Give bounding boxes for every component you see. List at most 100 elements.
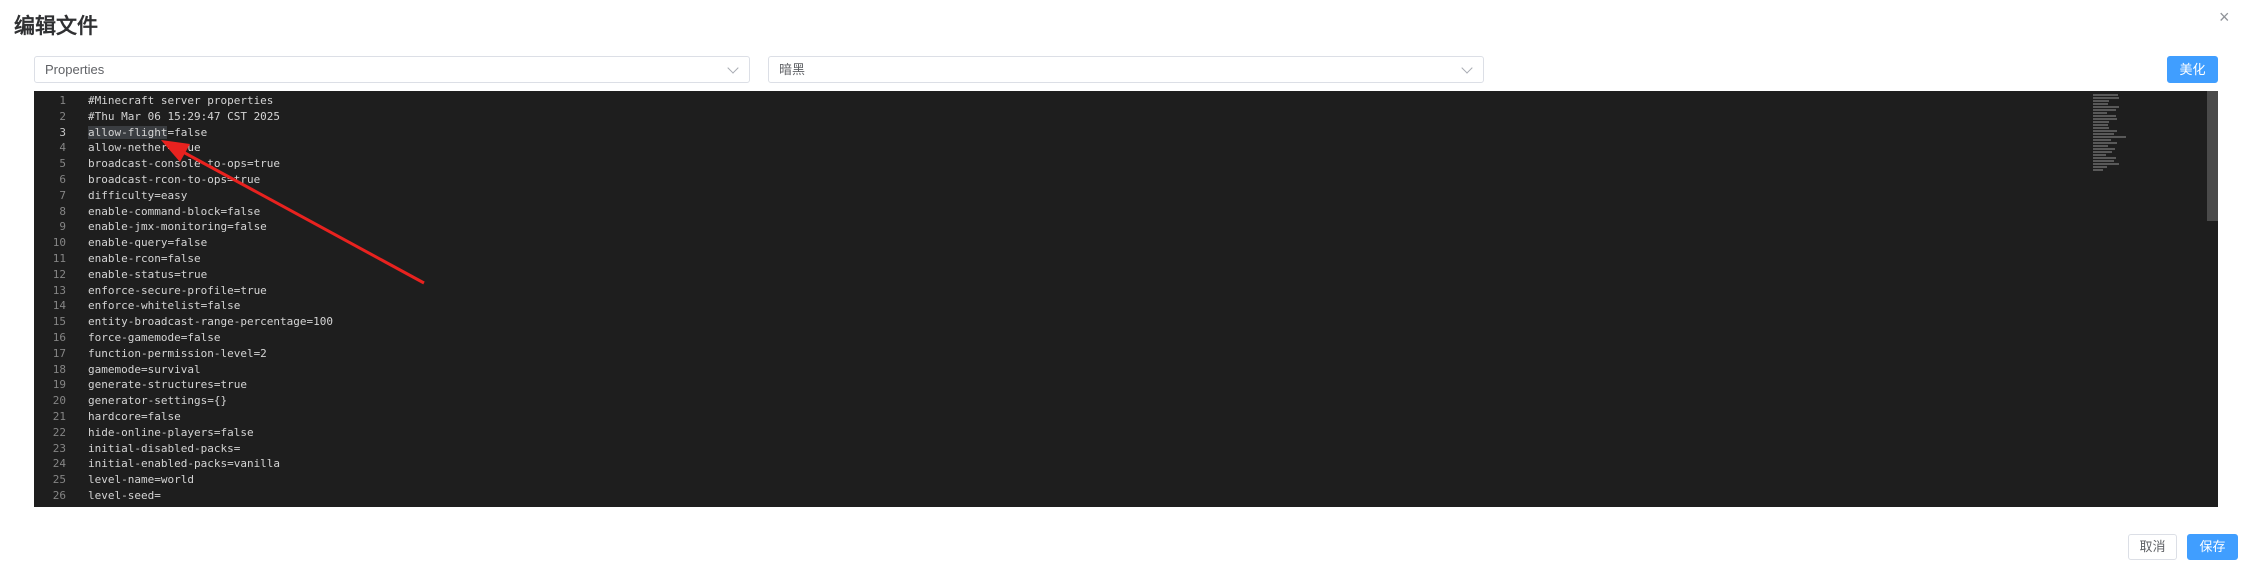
- editor-scrollbar[interactable]: [2207, 91, 2218, 221]
- line-text: generator-settings={}: [88, 394, 228, 408]
- code-line[interactable]: 22 hide-online-players=false: [34, 425, 2218, 441]
- line-number: 22: [52, 425, 66, 439]
- minimap-line: [2093, 154, 2106, 156]
- dialog-title: 编辑文件: [14, 15, 98, 38]
- minimap-line: [2093, 127, 2110, 129]
- cancel-button[interactable]: 取消: [2128, 534, 2177, 560]
- line-text: enable-query=false: [88, 236, 208, 250]
- code-line[interactable]: 24 initial-enabled-packs=vanilla: [34, 456, 2218, 472]
- chevron-down-icon: [1461, 62, 1473, 74]
- code-line[interactable]: 3 allow-flight=false: [34, 125, 2218, 141]
- code-line[interactable]: 7 difficulty=easy: [34, 188, 2218, 204]
- minimap-line: [2093, 166, 2108, 168]
- line-text: broadcast-rcon-to-ops=true: [88, 172, 261, 186]
- editor-minimap[interactable]: [2093, 94, 2137, 294]
- line-number: 23: [52, 441, 66, 455]
- line-text: enforce-whitelist=false: [88, 299, 241, 313]
- minimap-line: [2093, 130, 2118, 132]
- beautify-button[interactable]: 美化: [2167, 56, 2218, 83]
- line-text: level-name=world: [88, 473, 194, 487]
- line-number: 20: [52, 394, 66, 408]
- minimap-line: [2093, 151, 2112, 153]
- minimap-line: [2093, 157, 2116, 159]
- line-text: allow-nether=true: [88, 141, 201, 155]
- close-icon[interactable]: ×: [2219, 8, 2230, 26]
- minimap-line: [2093, 109, 2117, 111]
- line-text: enable-command-block=false: [88, 204, 261, 218]
- code-line[interactable]: 8 enable-command-block=false: [34, 204, 2218, 220]
- code-line[interactable]: 25 level-name=world: [34, 472, 2218, 488]
- code-line[interactable]: 12 enable-status=true: [34, 267, 2218, 283]
- line-number: 4: [59, 141, 66, 155]
- code-lines: 1 #Minecraft server properties 2 #Thu Mar 0…: [34, 91, 2218, 504]
- line-text: enable-rcon=false: [88, 251, 201, 265]
- line-number: 7: [59, 188, 66, 202]
- theme-select-value: 暗黑: [779, 62, 806, 77]
- code-line[interactable]: 20 generator-settings={}: [34, 393, 2218, 409]
- chevron-down-icon: [727, 62, 739, 74]
- line-number: 11: [52, 251, 66, 265]
- minimap-line: [2093, 112, 2107, 114]
- code-line[interactable]: 6 broadcast-rcon-to-ops=true: [34, 172, 2218, 188]
- line-number: 24: [52, 457, 66, 471]
- minimap-line: [2093, 121, 2110, 123]
- code-line[interactable]: 21 hardcore=false: [34, 409, 2218, 425]
- line-number: 2: [59, 109, 66, 123]
- minimap-line: [2093, 139, 2111, 141]
- code-line[interactable]: 16 force-gamemode=false: [34, 330, 2218, 346]
- code-line[interactable]: 4 allow-nether=true: [34, 140, 2218, 156]
- line-number: 26: [52, 488, 66, 502]
- line-text: generate-structures=true: [88, 378, 247, 392]
- code-line[interactable]: 1 #Minecraft server properties: [34, 93, 2218, 109]
- code-line[interactable]: 9 enable-jmx-monitoring=false: [34, 219, 2218, 235]
- line-text: hide-online-players=false: [88, 425, 254, 439]
- line-number: 18: [52, 362, 66, 376]
- line-number: 19: [52, 378, 66, 392]
- line-text: initial-enabled-packs=vanilla: [88, 457, 281, 471]
- language-select[interactable]: Properties: [34, 56, 750, 83]
- line-number: 8: [59, 204, 66, 218]
- code-editor[interactable]: 1 #Minecraft server properties 2 #Thu Mar 0…: [34, 91, 2218, 507]
- minimap-line: [2093, 118, 2118, 120]
- code-line[interactable]: 2 #Thu Mar 06 15:29:47 CST 2025: [34, 109, 2218, 125]
- code-line[interactable]: 17 function-permission-level=2: [34, 346, 2218, 362]
- line-number: 13: [52, 283, 66, 297]
- code-line[interactable]: 10 enable-query=false: [34, 235, 2218, 251]
- minimap-line: [2093, 94, 2119, 96]
- code-line[interactable]: 18 gamemode=survival: [34, 362, 2218, 378]
- line-number: 12: [52, 267, 66, 281]
- line-text: #Thu Mar 06 15:29:47 CST 2025: [88, 109, 281, 123]
- line-text: function-permission-level=2: [88, 346, 267, 360]
- code-line[interactable]: 15 entity-broadcast-range-percentage=100: [34, 314, 2218, 330]
- code-line[interactable]: 13 enforce-secure-profile=true: [34, 283, 2218, 299]
- line-text: force-gamemode=false: [88, 330, 221, 344]
- line-text: #Minecraft server properties: [88, 94, 274, 107]
- line-number: 6: [59, 172, 66, 186]
- line-number: 21: [52, 409, 66, 423]
- save-button[interactable]: 保存: [2187, 534, 2238, 560]
- line-text: enforce-secure-profile=true: [88, 283, 267, 297]
- line-text: difficulty=easy: [88, 188, 188, 202]
- line-number: 1: [59, 94, 66, 107]
- line-text: allow-flight=false: [88, 125, 208, 139]
- line-number: 3: [59, 125, 66, 139]
- line-text: initial-disabled-packs=: [88, 441, 241, 455]
- theme-select[interactable]: 暗黑: [768, 56, 1484, 83]
- code-line[interactable]: 5 broadcast-console-to-ops=true: [34, 156, 2218, 172]
- code-line[interactable]: 11 enable-rcon=false: [34, 251, 2218, 267]
- minimap-line: [2093, 163, 2120, 165]
- minimap-line: [2093, 103, 2109, 105]
- code-line[interactable]: 14 enforce-whitelist=false: [34, 298, 2218, 314]
- line-text: enable-jmx-monitoring=false: [88, 220, 267, 234]
- line-text: level-seed=: [88, 488, 161, 502]
- minimap-line: [2093, 142, 2118, 144]
- code-line[interactable]: 19 generate-structures=true: [34, 377, 2218, 393]
- code-line[interactable]: 26 level-seed=: [34, 488, 2218, 504]
- code-line[interactable]: 23 initial-disabled-packs=: [34, 441, 2218, 457]
- minimap-line: [2093, 133, 2114, 135]
- line-number: 5: [59, 157, 66, 171]
- line-number: 9: [59, 220, 66, 234]
- minimap-line: [2093, 169, 2103, 171]
- line-number: 15: [52, 315, 66, 329]
- minimap-line: [2093, 97, 2120, 99]
